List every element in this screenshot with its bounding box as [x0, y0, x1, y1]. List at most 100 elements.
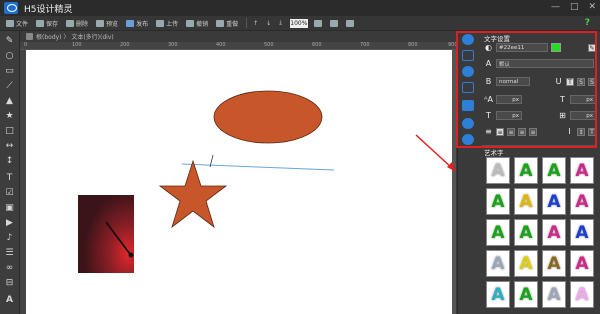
- image-tool-icon[interactable]: ▣: [4, 203, 15, 213]
- palette-tab-icon[interactable]: [462, 118, 474, 129]
- art-text-style-6[interactable]: A: [514, 188, 538, 215]
- design-canvas[interactable]: [26, 50, 456, 314]
- maximize-button[interactable]: □: [570, 2, 579, 12]
- align-justify-button[interactable]: ≡: [529, 127, 537, 136]
- undo-button[interactable]: 撤销: [186, 19, 208, 28]
- audio-tool-icon[interactable]: ♪: [4, 233, 15, 243]
- back-arrow-icon[interactable]: [26, 33, 33, 40]
- art-text-style-16[interactable]: A: [570, 250, 594, 277]
- text-style-tab-icon[interactable]: [462, 100, 474, 111]
- save-button[interactable]: 保存: [36, 19, 58, 28]
- pen-tool-icon[interactable]: ✎: [4, 36, 15, 46]
- art-text-style-11[interactable]: A: [542, 219, 566, 246]
- line-height-input[interactable]: px: [570, 95, 596, 104]
- align-left-button[interactable]: ≡: [496, 127, 504, 136]
- share-tab-icon[interactable]: [462, 82, 474, 93]
- move-down-button[interactable]: ↓: [266, 20, 271, 27]
- text-tool-icon[interactable]: T: [4, 173, 15, 183]
- line-tool-icon[interactable]: ⟋: [4, 81, 15, 91]
- letter-spacing-input[interactable]: px: [496, 111, 522, 120]
- close-button[interactable]: ✕: [588, 2, 596, 12]
- art-text-style-20[interactable]: A: [570, 281, 594, 308]
- panel-tabs: [457, 31, 477, 314]
- ellipse-tool-icon[interactable]: ○: [4, 51, 15, 61]
- art-text-style-18[interactable]: A: [514, 281, 538, 308]
- art-text-style-14[interactable]: A: [514, 250, 538, 277]
- align-bottom-button[interactable]: ⤓: [279, 19, 282, 27]
- checkbox-tool-icon[interactable]: ☑: [4, 188, 15, 198]
- help-button[interactable]: ?: [585, 18, 590, 28]
- align-right-button[interactable]: ≡: [518, 127, 526, 136]
- grid-toggle-button[interactable]: [313, 19, 322, 27]
- art-text-style-13[interactable]: A: [486, 250, 510, 277]
- text-style-toggle-1[interactable]: T: [566, 77, 574, 86]
- text-settings-title: 文字设置: [484, 35, 510, 43]
- square-tool-icon[interactable]: □: [4, 126, 15, 136]
- publish-button[interactable]: 发布: [126, 19, 148, 28]
- color-swatch[interactable]: [551, 43, 561, 52]
- color-value-field[interactable]: #22ee11: [496, 43, 548, 52]
- list-tab-icon[interactable]: [462, 50, 474, 61]
- preview-button[interactable]: 预览: [96, 19, 118, 28]
- ellipse-shape[interactable]: [213, 90, 323, 144]
- text-style-toggle-3[interactable]: S: [588, 77, 596, 86]
- emoji-tab-icon[interactable]: [462, 134, 474, 145]
- art-text-style-3[interactable]: A: [542, 157, 566, 184]
- line-shape[interactable]: [181, 163, 335, 171]
- form-tool-icon[interactable]: ☰: [4, 248, 15, 258]
- art-text-style-19[interactable]: A: [542, 281, 566, 308]
- art-text-style-7[interactable]: A: [542, 188, 566, 215]
- vertical-line-tool-icon[interactable]: ↕: [4, 156, 15, 166]
- text-indent-input[interactable]: px: [570, 111, 596, 120]
- art-text-style-1[interactable]: A: [486, 157, 510, 184]
- rectangle-tool-icon[interactable]: ▭: [4, 66, 15, 76]
- canvas-scrollbar[interactable]: [452, 50, 456, 314]
- eyedropper-icon[interactable]: ✎: [588, 43, 596, 52]
- align-center-button[interactable]: ≡: [507, 127, 515, 136]
- art-text-tool-icon[interactable]: A: [4, 295, 15, 305]
- image-element[interactable]: [78, 195, 134, 273]
- move-up-button[interactable]: ↑: [253, 20, 258, 27]
- screen-button[interactable]: [329, 19, 338, 27]
- font-size-input[interactable]: px: [496, 95, 522, 104]
- art-text-style-15[interactable]: A: [542, 250, 566, 277]
- layers-button[interactable]: [345, 19, 354, 27]
- art-text-style-4[interactable]: A: [570, 157, 594, 184]
- triangle-tool-icon[interactable]: ▲: [4, 96, 15, 106]
- link-tool-icon[interactable]: ∞: [4, 263, 15, 273]
- art-text-style-12[interactable]: A: [570, 219, 594, 246]
- upload-button[interactable]: 上传: [156, 19, 178, 28]
- breadcrumb-path[interactable]: 根(body) 〉 文本(多行)(div): [36, 32, 114, 41]
- file-menu-button[interactable]: 文件: [6, 19, 28, 28]
- art-text-style-10[interactable]: A: [514, 219, 538, 246]
- underline-icon[interactable]: U: [554, 77, 563, 86]
- text-direction-button[interactable]: T: [588, 127, 596, 136]
- art-text-style-8[interactable]: A: [570, 188, 594, 215]
- left-toolbox: ✎ ○ ▭ ⟋ ▲ ★ □ ↔ ↕ T ☑ ▣ ▶ ♪ ☰ ∞ ⊟ A: [0, 31, 20, 314]
- font-family-select[interactable]: 默认: [496, 59, 594, 68]
- ruler-tick: 600: [312, 42, 322, 48]
- vertical-text-button[interactable]: ↕: [577, 127, 585, 136]
- animation-tab-icon[interactable]: [462, 66, 474, 77]
- settings-tab-icon[interactable]: [462, 34, 474, 45]
- text-style-toggle-2[interactable]: S: [577, 77, 585, 86]
- redo-button[interactable]: 重做: [216, 19, 238, 28]
- zoom-input[interactable]: 100%: [289, 18, 308, 28]
- art-text-style-9[interactable]: A: [486, 219, 510, 246]
- star-shape[interactable]: [158, 159, 228, 229]
- minimize-button[interactable]: —: [551, 2, 560, 12]
- spacing-row: T px ⊞ px: [484, 111, 596, 120]
- video-tool-icon[interactable]: ▶: [4, 218, 15, 228]
- button-tool-icon[interactable]: ⊟: [4, 278, 15, 288]
- horizontal-line-tool-icon[interactable]: ↔: [4, 141, 15, 151]
- size-row: ᴬA px T px: [484, 95, 596, 104]
- art-text-style-2[interactable]: A: [514, 157, 538, 184]
- art-text-style-17[interactable]: A: [486, 281, 510, 308]
- align-bottom-icon: ⤓: [279, 19, 282, 26]
- delete-button[interactable]: 删除: [66, 19, 88, 28]
- font-weight-select[interactable]: normal: [496, 77, 530, 86]
- star-tool-icon[interactable]: ★: [4, 111, 15, 121]
- ruler-tick: 400: [216, 42, 226, 48]
- italic-icon[interactable]: I: [565, 127, 574, 136]
- art-text-style-5[interactable]: A: [486, 188, 510, 215]
